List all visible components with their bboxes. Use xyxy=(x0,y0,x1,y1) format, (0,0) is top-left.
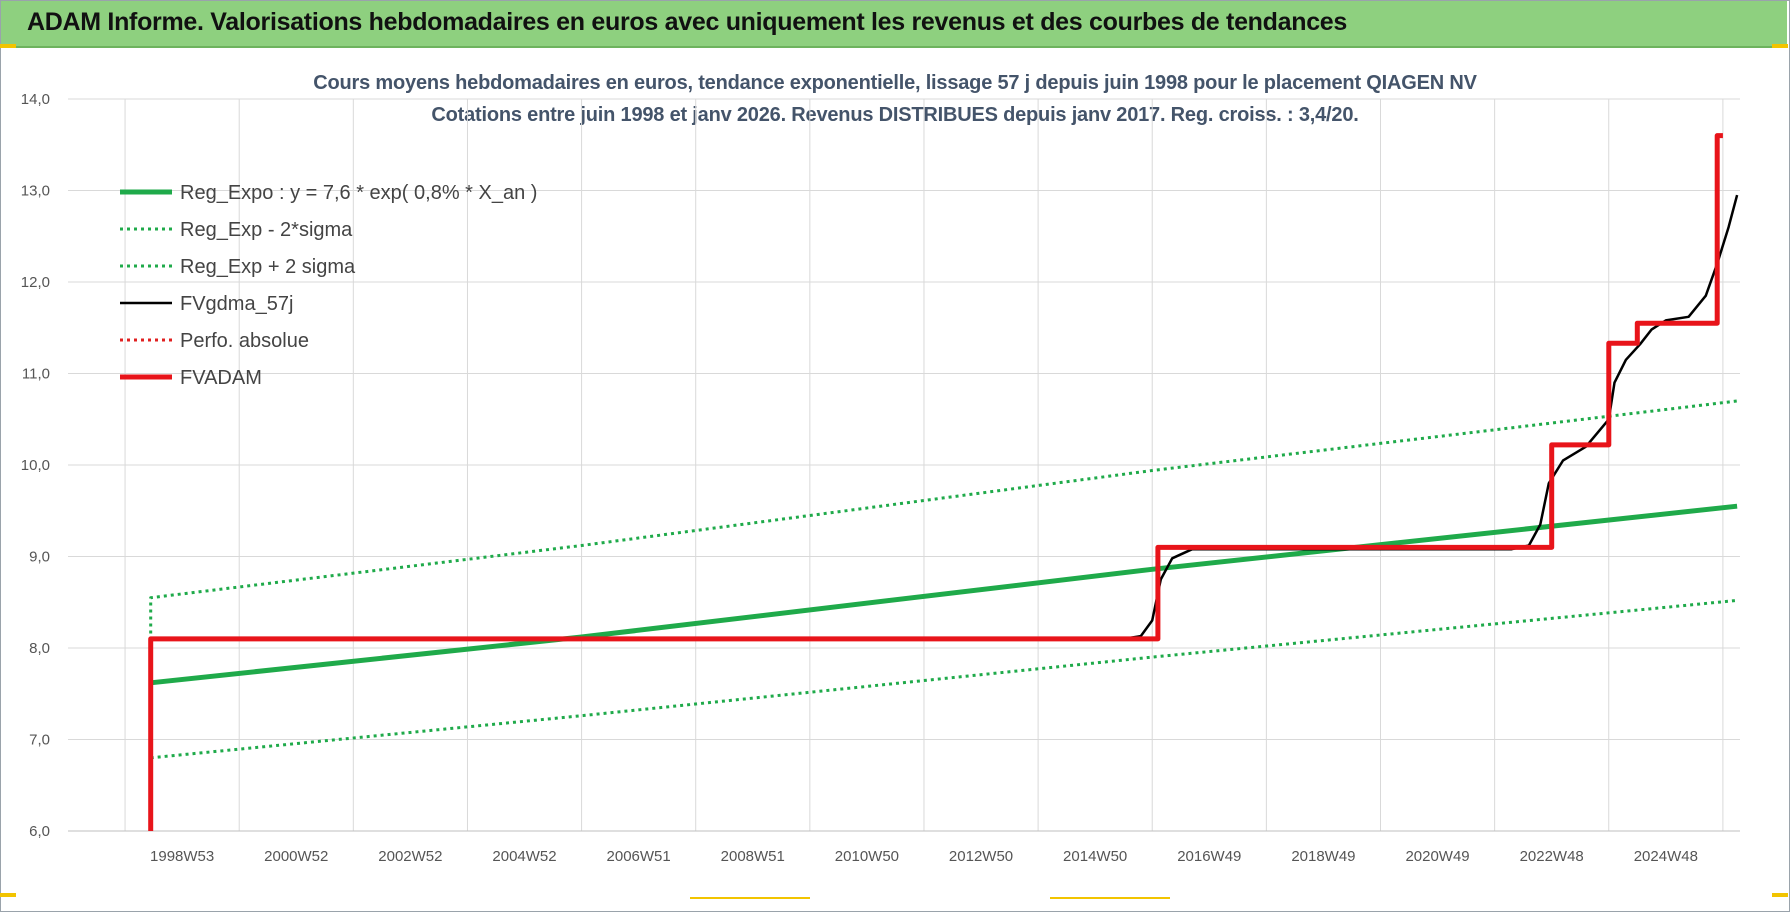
x-tick-label: 2018W49 xyxy=(1291,848,1355,865)
y-tick-label: 7,0 xyxy=(29,732,50,749)
x-tick-label: 2012W50 xyxy=(949,848,1013,865)
series-line xyxy=(150,194,1739,641)
x-tick-label: 2024W48 xyxy=(1634,848,1698,865)
y-tick-label: 9,0 xyxy=(29,549,50,566)
y-tick-label: 10,0 xyxy=(21,457,50,474)
series-line xyxy=(148,133,1723,831)
x-tick-label: 2002W52 xyxy=(378,848,442,865)
x-tick-label: 2016W49 xyxy=(1177,848,1241,865)
x-tick-label: 2022W48 xyxy=(1520,848,1584,865)
x-tick-label: 2014W50 xyxy=(1063,848,1127,865)
y-tick-label: 12,0 xyxy=(21,274,50,291)
y-tick-label: 14,0 xyxy=(21,91,50,108)
legend-label: Perfo. absolue xyxy=(180,330,309,352)
legend-label: Reg_Exp + 2 sigma xyxy=(180,256,356,278)
y-tick-label: 13,0 xyxy=(21,183,50,200)
legend-label: FVgdma_57j xyxy=(180,293,293,315)
legend-label: Reg_Expo : y = 7,6 * exp( 0,8% * X_an ) xyxy=(180,182,537,204)
x-tick-label: 2004W52 xyxy=(492,848,556,865)
x-tick-label: 2020W49 xyxy=(1405,848,1469,865)
series-line xyxy=(150,598,1738,760)
x-tick-label: 1998W53 xyxy=(150,848,214,865)
y-tick-label: 6,0 xyxy=(29,823,50,840)
y-tick-label: 8,0 xyxy=(29,640,50,657)
legend-label: FVADAM xyxy=(180,367,262,389)
x-tick-label: 2000W52 xyxy=(264,848,328,865)
x-tick-label: 2010W50 xyxy=(835,848,899,865)
series-line xyxy=(149,399,1738,676)
line-chart: 6,0 7,0 8,0 9,0 10,0 11,0 12,0 13,0 14,0 1998W53 2… xyxy=(21,91,1740,865)
y-tick-label: 11,0 xyxy=(22,366,50,383)
x-tick-label: 2006W51 xyxy=(607,848,671,865)
series-line xyxy=(150,503,1738,686)
legend-label: Reg_Exp - 2*sigma xyxy=(180,219,353,241)
x-tick-label: 2008W51 xyxy=(721,848,785,865)
